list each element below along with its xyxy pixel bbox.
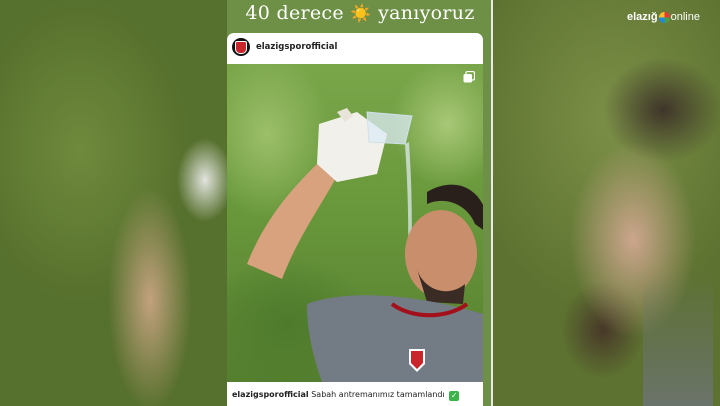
blurred-background-right	[493, 0, 720, 406]
checkmark-icon: ✓	[449, 391, 460, 401]
post-header: elazigsporofficial	[227, 33, 483, 63]
post-username[interactable]: elazigsporofficial	[256, 42, 337, 52]
avatar[interactable]	[232, 38, 250, 56]
carousel-icon	[463, 71, 475, 83]
goalkeeper-drinking-water-illustration	[247, 108, 483, 382]
headline: 40 derece ☀️ yanıyoruz	[227, 2, 493, 24]
site-watermark: elazığ online	[627, 11, 700, 23]
headline-text-after: yanıyoruz	[378, 2, 475, 24]
post-caption: elazigsporofficial Sabah antremanımız ta…	[232, 390, 460, 401]
blurred-background-left	[0, 0, 227, 406]
headline-text-before: 40 derece	[245, 2, 344, 24]
caption-username[interactable]: elazigsporofficial	[232, 390, 309, 399]
sun-icon: ☀️	[350, 4, 372, 24]
caption-text: Sabah antremanımız tamamlandı	[311, 390, 445, 399]
divider	[491, 0, 493, 406]
instagram-post-card: elazigsporofficial elazigsporofficial Sa…	[227, 33, 483, 406]
post-photo[interactable]	[227, 64, 483, 382]
watermark-part1: elazığ	[627, 11, 658, 23]
watermark-part2: online	[670, 11, 700, 23]
club-crest-icon	[235, 40, 247, 54]
globe-icon	[658, 11, 670, 23]
